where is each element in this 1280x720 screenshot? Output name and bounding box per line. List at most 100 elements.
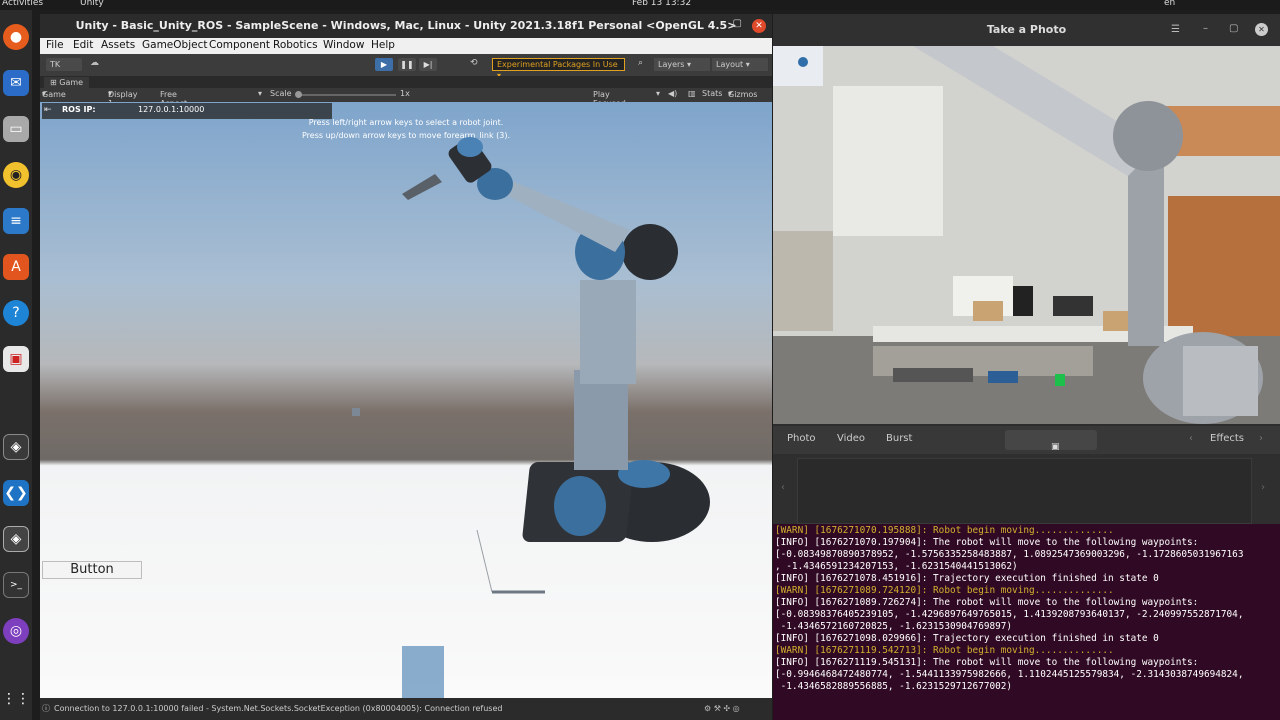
menu-assets[interactable]: Assets [101,39,135,51]
account-label: TK [50,60,61,69]
maximize-button[interactable]: ▢ [733,18,742,29]
obs-icon[interactable]: ◎ [3,618,29,644]
terminal-output[interactable]: [WARN] [1676271070.195888]: Robot begin … [773,524,1280,720]
experimental-packages-dropdown[interactable]: Experimental Packages In Use ▾ [492,58,625,80]
search-icon[interactable]: ⌕ [638,58,643,68]
terminal-line: [WARN] [1676271089.724120]: Robot begin … [775,585,1114,596]
terminal-line: , -1.4346591234207153, -1.62315404415130… [775,561,1018,572]
vscode-icon[interactable]: ❮❯ [3,480,29,506]
cheese-icon[interactable]: ▣ [3,346,29,372]
tab-video[interactable]: Video [837,433,865,444]
account-dropdown[interactable]: TK [46,58,82,71]
unity-editor-icon[interactable]: ◈ [3,526,29,552]
status-icons[interactable]: ⚙ ⚒ ✣ ◎ [704,698,740,720]
maximize-button[interactable]: ▢ [1229,23,1238,34]
scale-slider[interactable] [296,94,396,96]
menu-robotics[interactable]: Robotics [273,39,318,51]
gizmos-label: Gizmos [728,90,758,99]
terminal-line: [INFO] [1676271070.197904]: The robot wi… [775,537,1199,548]
dock: ● ✉ ▭ ◉ ≡ A ? ▣ ◈ ❮❯ ◈ >_ ◎ ⋮⋮ [0,10,32,720]
take-photo-button[interactable]: ▣ [1005,430,1097,452]
ui-button[interactable]: Button [42,561,142,579]
terminal-line: -1.4346572160720825, -1.6231530904769897… [775,621,1013,632]
stats-toggle[interactable]: Stats [702,89,722,98]
camera-scene [773,46,1280,424]
tab-game-label: Game [59,78,84,87]
tab-game[interactable]: ⊞ Game [44,77,90,88]
software-center-icon[interactable]: A [3,254,29,280]
menu-gameobject[interactable]: GameObject [142,39,207,51]
terminal-line: [-0.08349870890378952, -1.57563352584838… [775,549,1244,560]
step-button[interactable]: ▶| [419,58,437,71]
menu-edit[interactable]: Edit [73,39,93,51]
scale-value: 1x [400,89,410,98]
gizmos-dropdown[interactable]: Gizmos ▾ [728,89,757,99]
activities-button[interactable]: Activities [2,0,43,8]
view-dropdown[interactable]: Game ▾ [42,89,66,99]
layers-dropdown[interactable]: Layers ▾ [654,58,710,71]
scroll-right-icon[interactable]: › [1261,482,1265,493]
terminal-icon[interactable]: >_ [3,572,29,598]
close-button[interactable]: ✕ [1255,23,1268,36]
tab-burst[interactable]: Burst [886,433,912,444]
terminal-line: [WARN] [1676271119.542713]: Robot begin … [775,645,1114,656]
language-indicator[interactable]: en [1164,0,1175,8]
firefox-icon[interactable]: ● [3,24,29,50]
stats-icon[interactable]: ▥ [688,89,696,98]
files-icon[interactable]: ▭ [3,116,29,142]
cloud-icon[interactable]: ☁ [90,58,99,68]
status-message[interactable]: Connection to 127.0.0.1:10000 failed - S… [54,704,502,713]
display-dropdown[interactable]: Display 1 ▾ [108,89,138,108]
terminal-line: [INFO] [1676271078.451916]: Trajectory e… [775,573,1159,584]
chevron-right-icon[interactable]: › [1259,433,1263,444]
thunderbird-icon[interactable]: ✉ [3,70,29,96]
terminal-line: -1.4346582889556885, -1.6231529712677002… [775,681,1013,692]
menu-file[interactable]: File [46,39,64,51]
menu-bar: File Edit Assets GameObject Component Ro… [40,38,772,54]
unity-hub-icon[interactable]: ◈ [3,434,29,460]
game-tab-icon: ⊞ [50,78,60,87]
writer-icon[interactable]: ≡ [3,208,29,234]
game-view-controls: Game ▾ Display 1 ▾ Free Aspect ▾ Scale 1… [40,88,772,108]
pause-button[interactable]: ❚❚ [398,58,416,71]
scale-slider-handle[interactable] [295,91,302,98]
help-icon[interactable]: ? [3,300,29,326]
clock[interactable]: Feb 13 13:32 [632,0,691,8]
layout-dropdown[interactable]: Layout ▾ [712,58,768,71]
robot-arm-model [352,137,710,698]
rhythmbox-icon[interactable]: ◉ [3,162,29,188]
close-button[interactable]: ✕ [752,19,766,33]
info-icon: ⓘ [42,704,50,713]
terminal-line: [INFO] [1676271119.545131]: The robot wi… [775,657,1199,668]
thumbnail-strip[interactable]: ‹ › [773,454,1280,528]
scroll-left-icon[interactable]: ‹ [781,482,785,493]
mute-icon[interactable]: ◀) [668,89,677,98]
game-viewport[interactable]: ⇤ ROS IP: 127.0.0.1:10000 Press left/rig… [40,102,772,698]
thumbnail-area [797,458,1252,524]
show-apps-icon[interactable]: ⋮⋮ [2,686,30,712]
cheese-window: Take a Photo ☰ – ▢ ✕ Photo Video Burst ▣… [773,14,1280,528]
tab-photo[interactable]: Photo [787,433,816,444]
app-menu[interactable]: Unity [80,0,104,8]
terminal-line: [-0.9946468472480774, -1.544113397598266… [775,669,1244,680]
menu-component[interactable]: Component [209,39,270,51]
capture-mode-tabs: Photo Video Burst ▣ ‹ Effects › [773,426,1280,454]
hamburger-menu-icon[interactable]: ☰ [1171,24,1180,35]
history-icon[interactable]: ⟲ [470,58,478,68]
view-label: Game [42,90,66,99]
terminal-line: [INFO] [1676271098.029966]: Trajectory e… [775,633,1159,644]
menu-help[interactable]: Help [371,39,395,51]
layout-label: Layout [716,60,744,69]
scale-label: Scale [270,89,292,98]
terminal-line: [INFO] [1676271089.726274]: The robot wi… [775,597,1199,608]
play-button[interactable]: ▶ [375,58,393,71]
chevron-left-icon[interactable]: ‹ [1189,433,1193,444]
effects-button[interactable]: Effects [1210,433,1244,444]
minimize-button[interactable]: – [1203,23,1208,34]
packages-label: Experimental Packages In Use [497,60,618,69]
camera-preview [773,46,1280,424]
layers-label: Layers [658,60,685,69]
game-tab-bar: ⊞ Game [40,76,772,88]
menu-window[interactable]: Window [323,39,364,51]
terminal-line: [-0.08398376405239105, -1.42968976497650… [775,609,1244,620]
